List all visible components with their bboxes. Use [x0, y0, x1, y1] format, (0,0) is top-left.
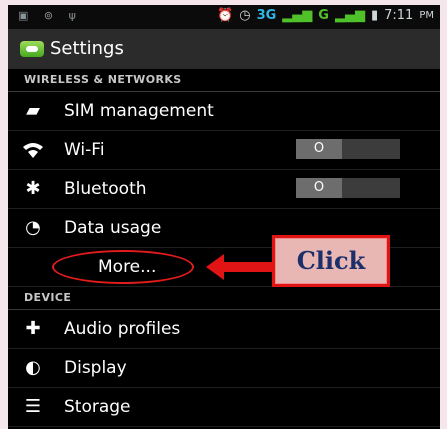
settings-item-label: Data usage — [64, 218, 162, 238]
settings-item-label: More... — [98, 257, 157, 277]
signal-icon-2: ▂▄▆ — [334, 8, 365, 23]
status-left-icons: ▣ ⊚ ψ — [18, 9, 82, 22]
section-header-device: DEVICE — [8, 287, 440, 310]
status-right: ⏰ ◷ 3G ▂▄▆ G ▂▄▆ ▮ 7:11 PM — [217, 8, 434, 23]
settings-item-label: Audio profiles — [64, 319, 181, 339]
audio-profiles-icon: ✚ — [25, 318, 41, 339]
settings-item-label: Storage — [64, 397, 131, 417]
clock-icon: ◷ — [239, 8, 251, 23]
action-bar: Settings — [8, 29, 440, 69]
storage-icon: ☰ — [24, 396, 42, 417]
wifi-toggle-knob: O — [296, 139, 342, 159]
settings-item-label: Display — [64, 358, 127, 378]
click-callout: Click — [272, 235, 390, 287]
bluetooth-toggle-knob: O — [296, 178, 342, 198]
settings-item-label: Bluetooth — [64, 179, 147, 199]
alarm-icon: ⏰ — [217, 8, 234, 23]
display-icon: ◐ — [25, 357, 41, 378]
section-header-wireless: WIRELESS & NETWORKS — [8, 69, 440, 92]
settings-app-icon[interactable] — [20, 41, 44, 57]
callout-text: Click — [296, 246, 366, 275]
wifi-toggle[interactable]: O — [296, 139, 400, 159]
settings-item-display[interactable]: ◐ Display — [8, 349, 440, 388]
settings-item-storage[interactable]: ☰ Storage — [8, 388, 440, 427]
status-ampm: PM — [419, 10, 434, 21]
data-usage-icon: ◔ — [25, 217, 41, 238]
page-title: Settings — [50, 38, 124, 59]
settings-item-label: SIM management — [64, 101, 214, 121]
status-time: 7:11 — [384, 8, 414, 23]
signal-icon: ▂▄▆ — [282, 8, 313, 23]
bluetooth-toggle[interactable]: O — [296, 178, 400, 198]
settings-item-audio-profiles[interactable]: ✚ Audio profiles — [8, 310, 440, 349]
settings-item-label: Wi-Fi — [64, 140, 105, 160]
arrow-left-icon — [206, 254, 272, 280]
wifi-icon — [22, 141, 44, 159]
status-bar: ▣ ⊚ ψ ⏰ ◷ 3G ▂▄▆ G ▂▄▆ ▮ 7:11 PM — [8, 5, 440, 29]
network-3g: 3G — [256, 8, 277, 23]
sim-icon: ▰ — [26, 100, 40, 121]
settings-item-wifi[interactable]: Wi-Fi O — [8, 131, 440, 170]
bluetooth-icon: ✱ — [25, 178, 41, 199]
settings-item-bluetooth[interactable]: ✱ Bluetooth O — [8, 170, 440, 209]
phone-screen: ▣ ⊚ ψ ⏰ ◷ 3G ▂▄▆ G ▂▄▆ ▮ 7:11 PM Setting… — [8, 5, 440, 429]
battery-icon: ▮ — [370, 8, 379, 23]
settings-item-sim-management[interactable]: ▰ SIM management — [8, 92, 440, 131]
network-g: G — [318, 8, 329, 23]
